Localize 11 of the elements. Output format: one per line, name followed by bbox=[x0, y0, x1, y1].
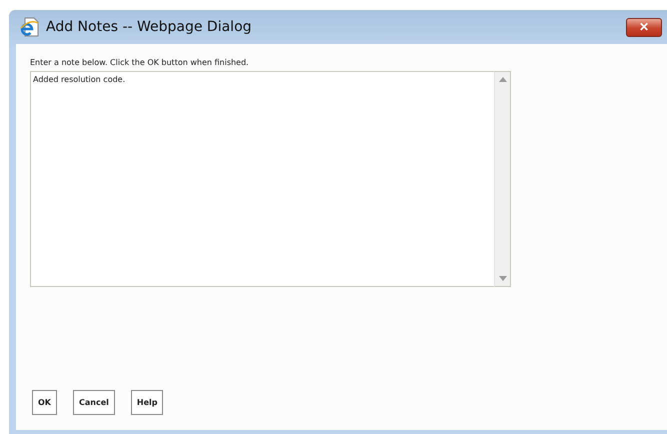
scroll-up-icon[interactable] bbox=[498, 77, 506, 82]
dialog-button[interactable]: Help bbox=[130, 390, 164, 415]
window-title: Add Notes -- Webpage Dialog bbox=[46, 19, 253, 35]
scroll-down-icon[interactable] bbox=[498, 276, 506, 281]
scrollbar[interactable] bbox=[494, 71, 511, 287]
note-field[interactable]: Added resolution code. bbox=[30, 71, 494, 287]
dialog-button[interactable]: OK bbox=[32, 390, 57, 415]
instruction-text: Enter a note below. Click the OK button when finished. bbox=[30, 58, 250, 67]
close-button[interactable]: ✕ bbox=[626, 18, 662, 36]
browser-logo-icon bbox=[20, 17, 40, 37]
dialog-button[interactable]: Cancel bbox=[73, 390, 115, 415]
